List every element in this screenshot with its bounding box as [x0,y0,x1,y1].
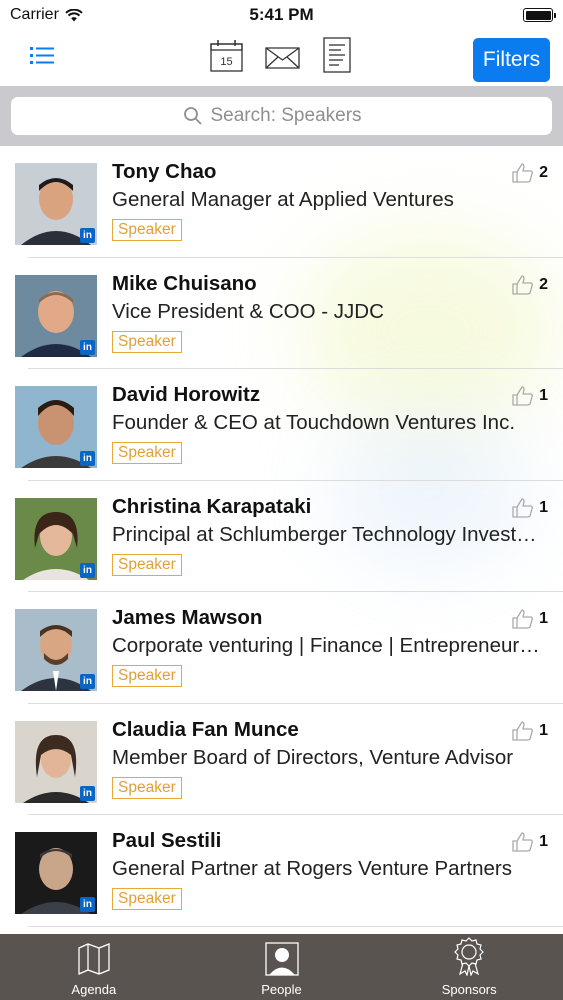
like-button[interactable]: 1 [511,720,548,742]
list-item[interactable]: in Claudia Fan Munce Member Board of Dir… [0,704,563,816]
nav-bar: 15 Filters [0,30,563,86]
person-title: General Partner at Rogers Venture Partne… [112,857,512,880]
like-button[interactable]: 2 [511,274,548,296]
calendar-day: 15 [220,56,232,68]
linkedin-icon: in [80,785,95,801]
thumbs-up-icon [512,720,534,741]
list-item[interactable]: in David Horowitz Founder & CEO at Touch… [0,369,563,481]
person-icon [264,942,299,976]
tab-agenda[interactable]: Agenda [0,934,188,1000]
speaker-badge: Speaker [112,553,182,576]
like-button[interactable]: 1 [511,608,548,630]
like-button[interactable]: 2 [511,162,548,184]
speaker-badge: Speaker [112,330,182,353]
thumbs-up-icon [512,274,534,295]
list-item[interactable]: in Mike Chuisano Vice President & COO - … [0,258,563,370]
likes-count: 1 [539,387,548,404]
person-name: Mike Chuisano [112,271,257,295]
person-title: Principal at Schlumberger Technology Inv… [112,522,549,546]
person-title: General Manager at Applied Ventures [112,188,454,211]
linkedin-icon: in [80,451,95,466]
likes-count: 2 [539,275,548,293]
person-title: Corporate venturing | Finance | Entrepre… [112,634,549,657]
tab-sponsors[interactable]: Sponsors [375,934,563,1000]
linkedin-icon: in [80,897,95,912]
list-item[interactable]: in Christina Karapataki Principal at Sch… [0,481,563,593]
clock: 5:41 PM [249,5,314,24]
calendar-icon[interactable]: 15 [209,36,245,79]
filters-button[interactable]: Filters [473,38,550,82]
avatar: in [15,386,97,468]
likes-count: 2 [539,164,548,181]
likes-count: 1 [539,721,548,739]
thumbs-up-icon [512,163,534,183]
map-icon [78,943,110,976]
person-title: Member Board of Directors, Venture Advis… [112,745,514,769]
list-icon[interactable] [28,42,58,68]
like-button[interactable]: 1 [511,385,548,407]
likes-count: 1 [539,610,548,627]
avatar: in [15,720,97,803]
person-name: Tony Chao [112,160,217,183]
speaker-badge: Speaker [112,665,182,687]
tab-label: Agenda [71,982,117,997]
linkedin-icon: in [80,674,95,689]
avatar: in [15,609,97,691]
likes-count: 1 [539,498,548,516]
speaker-badge: Speaker [112,442,182,464]
thumbs-up-icon [512,609,534,629]
avatar: in [15,832,97,914]
person-name: David Horowitz [112,383,261,406]
search-icon [183,107,202,125]
person-title: Founder & CEO at Touchdown Ventures Inc. [112,411,516,434]
person-name: Claudia Fan Munce [112,717,299,741]
search-bar [0,86,563,146]
speaker-badge: Speaker [112,219,182,241]
search-field[interactable] [11,97,552,135]
mail-icon[interactable] [264,36,302,79]
tab-label: Sponsors [441,982,497,997]
avatar: in [15,163,97,245]
like-button[interactable]: 1 [511,831,548,853]
search-input[interactable] [210,105,381,127]
battery-icon [523,8,556,22]
thumbs-up-icon [512,497,534,518]
speaker-badge: Speaker [112,888,182,910]
like-button[interactable]: 1 [511,497,548,519]
linkedin-icon: in [80,339,95,355]
award-icon [454,937,485,976]
thumbs-up-icon [512,832,534,852]
avatar: in [15,497,97,580]
person-title: Vice President & COO - JJDC [112,299,384,323]
people-list[interactable]: in Tony Chao General Manager at Applied … [0,146,563,934]
linkedin-icon: in [80,228,95,243]
person-name: James Mawson [112,606,263,629]
status-bar: Carrier 5:41 PM [0,0,563,30]
person-name: Paul Sestili [112,829,222,852]
speaker-badge: Speaker [112,776,182,799]
person-name: Christina Karapataki [112,494,312,518]
list-item[interactable]: in Paul Sestili General Partner at Roger… [0,815,563,927]
avatar: in [15,274,97,357]
tab-bar: Agenda People Sponsors [0,934,563,1000]
thumbs-up-icon [512,386,534,406]
linkedin-icon: in [80,562,95,578]
notes-icon[interactable] [321,36,353,81]
likes-count: 1 [539,833,548,850]
tab-people[interactable]: People [188,934,376,1000]
list-item[interactable]: in Tony Chao General Manager at Applied … [0,146,563,258]
tab-label: People [261,982,302,997]
list-item[interactable]: in James Mawson Corporate venturing | Fi… [0,592,563,704]
